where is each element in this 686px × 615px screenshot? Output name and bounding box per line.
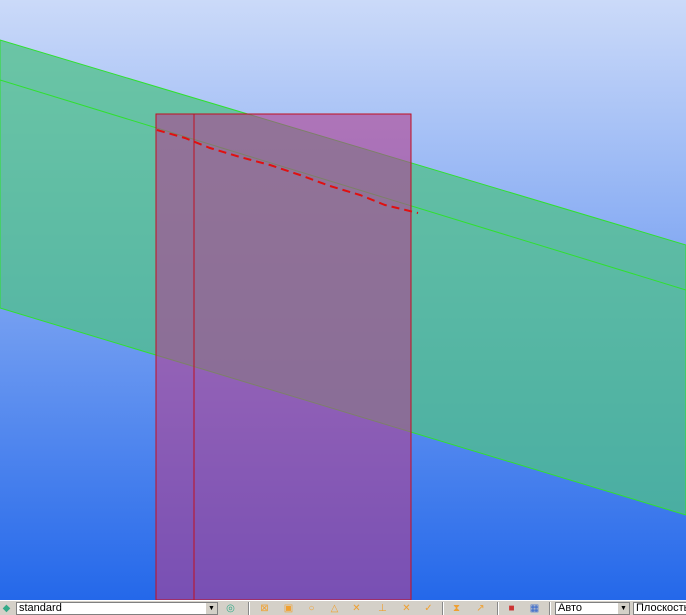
bottom-toolbar: ◆ standard ▼ ◎ ⊠ ▣ ○ △ ✕ ⊥ ✕ ✓ ⧗ ↗ ■ ▦ А… (0, 600, 686, 615)
render-icon[interactable]: ■ (505, 602, 518, 615)
snap-perp-icon[interactable]: ⊥ (376, 602, 389, 615)
snap-arrow-icon[interactable]: ↗ (474, 602, 487, 615)
snap-cross-icon[interactable]: ✕ (400, 602, 413, 615)
layer-icon[interactable]: ◆ (0, 602, 13, 615)
snap-intersect-icon[interactable]: ✕ (350, 602, 363, 615)
snap-tangent-icon[interactable]: ✓ (422, 602, 435, 615)
snap-end-icon[interactable]: ⊠ (258, 602, 271, 615)
plane-combo-value: Плоскость (636, 602, 686, 614)
3d-viewport[interactable] (0, 0, 686, 600)
grid-icon[interactable]: ▦ (528, 602, 541, 615)
snap-mid-icon[interactable]: ▣ (282, 602, 295, 615)
snap-circle-icon[interactable]: ○ (305, 602, 318, 615)
mode-combo[interactable]: Авто ▼ (555, 602, 630, 615)
globe-icon[interactable]: ◎ (224, 602, 237, 615)
style-combo-value: standard (19, 602, 62, 614)
chevron-down-icon[interactable]: ▼ (206, 603, 217, 614)
plane-combo[interactable]: Плоскость (633, 602, 686, 615)
chevron-down-icon[interactable]: ▼ (618, 603, 629, 614)
snap-hourglass-icon[interactable]: ⧗ (450, 602, 463, 615)
style-combo[interactable]: standard ▼ (16, 602, 218, 615)
snap-triangle-icon[interactable]: △ (328, 602, 341, 615)
mode-combo-value: Авто (558, 602, 582, 614)
